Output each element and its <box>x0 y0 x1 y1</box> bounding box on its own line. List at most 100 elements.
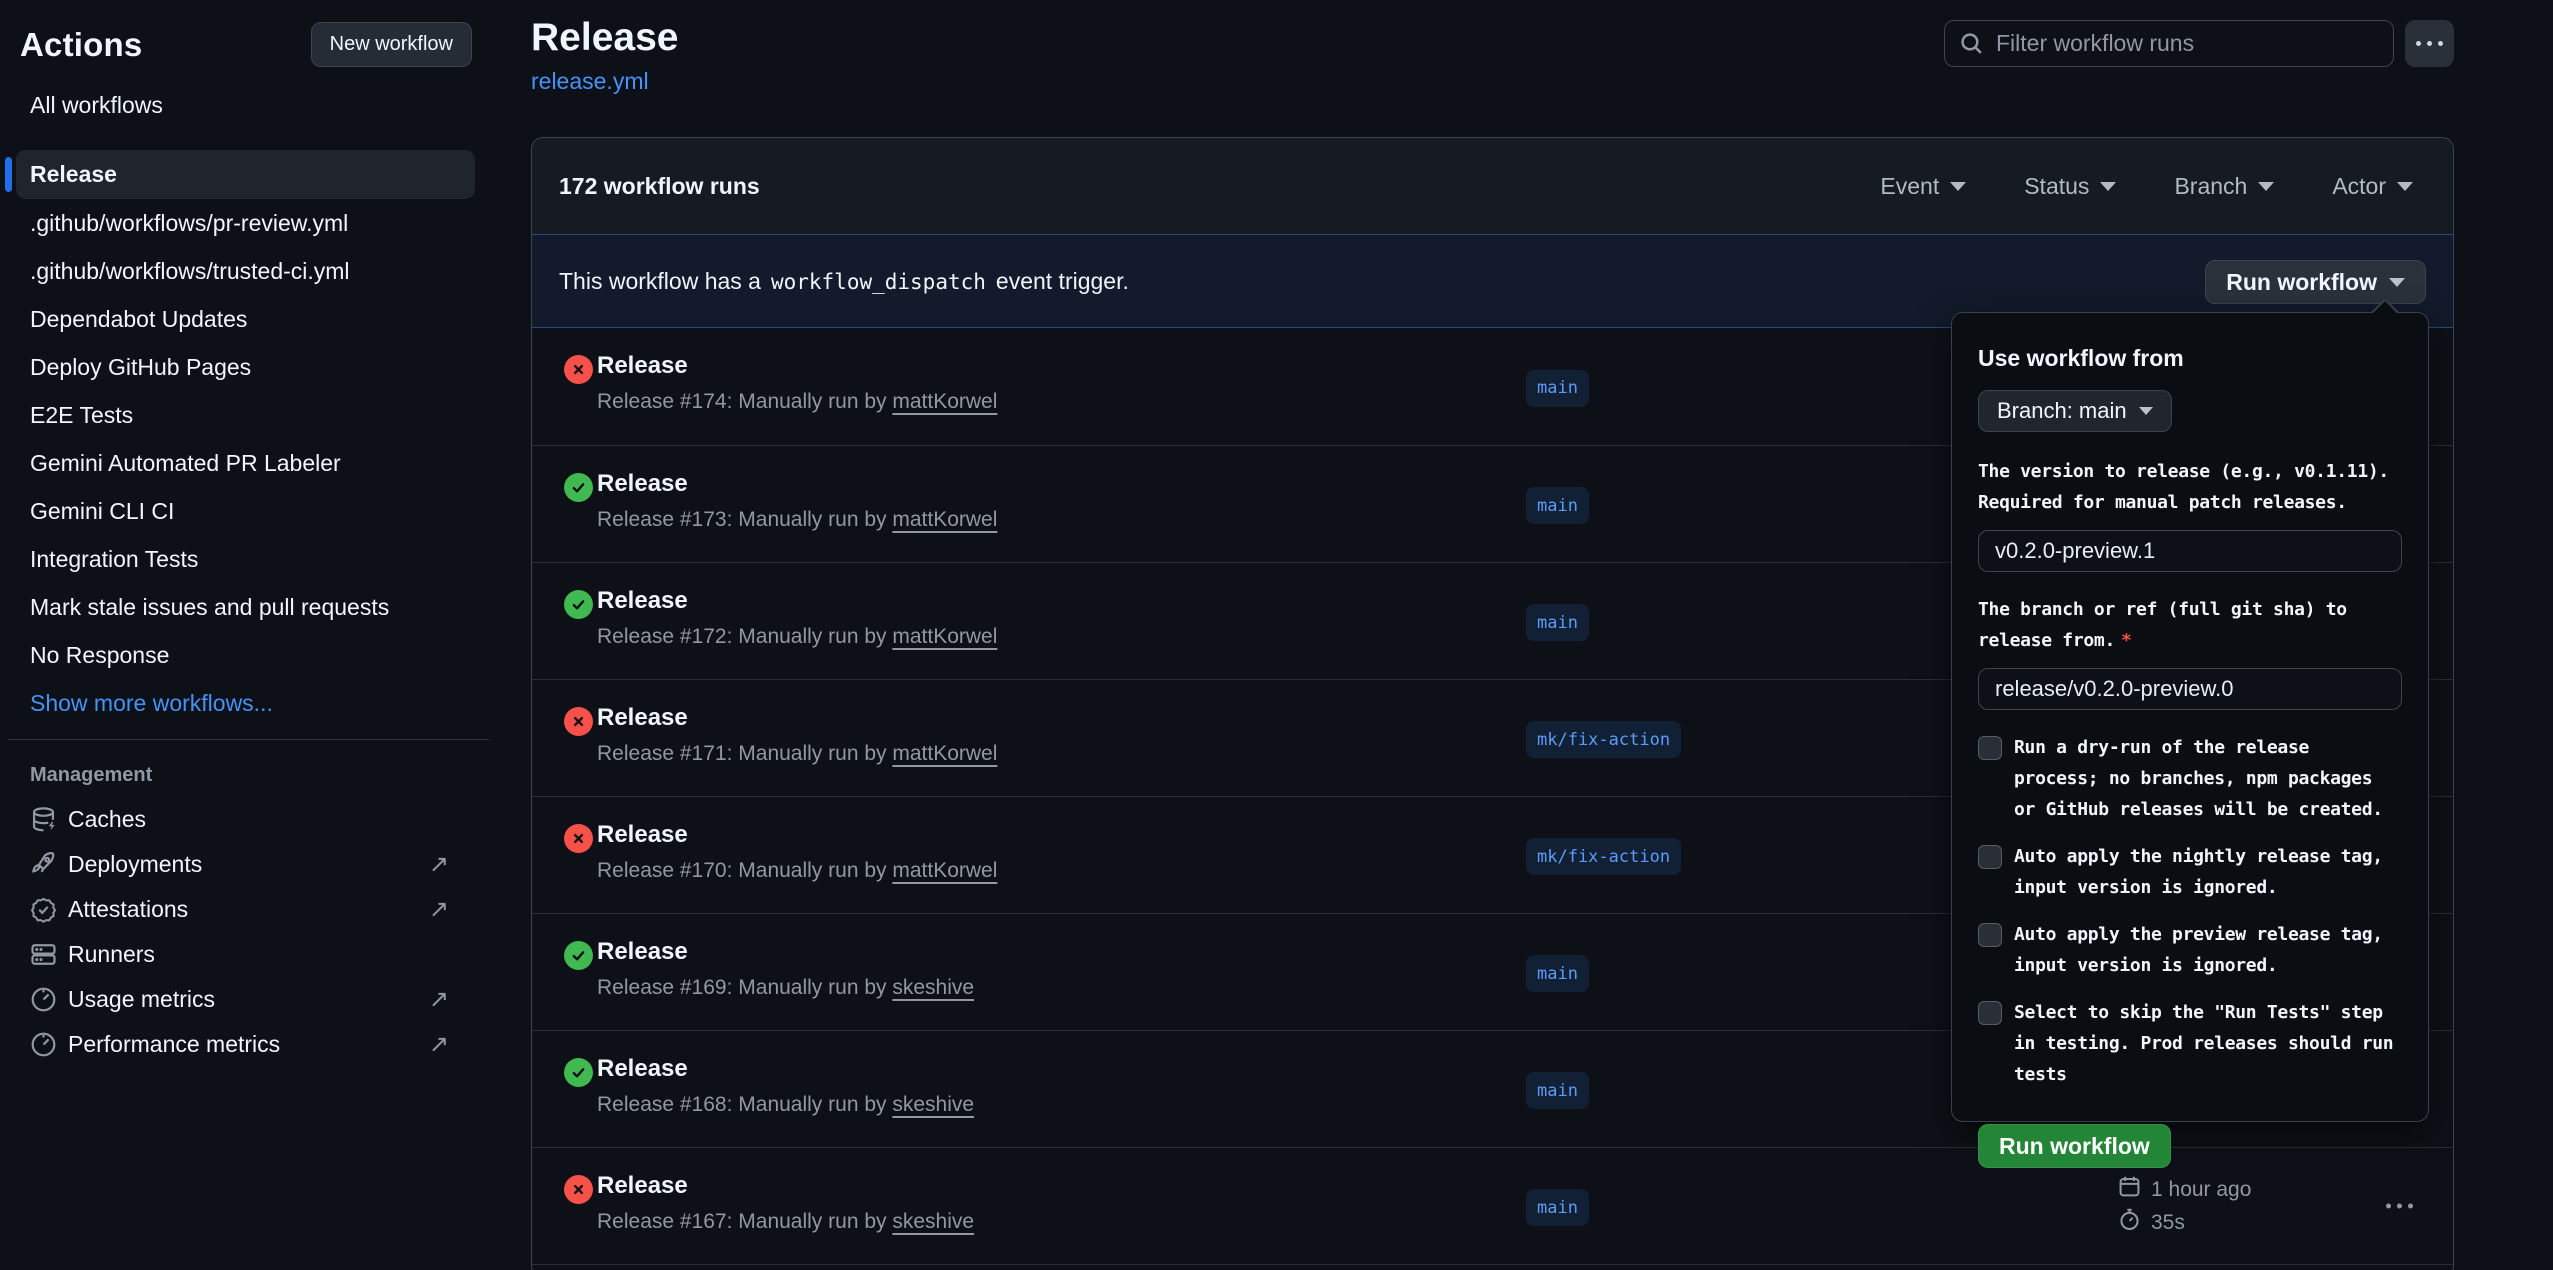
branch-badge[interactable]: main <box>1526 955 1589 992</box>
workflow-file-link[interactable]: release.yml <box>531 68 649 95</box>
run-time-ago: 1 hour ago <box>2151 1178 2251 1202</box>
popup-checkbox[interactable] <box>1978 1001 2002 1025</box>
success-status-icon <box>564 473 593 502</box>
branch-badge[interactable]: mk/fix-action <box>1526 838 1681 875</box>
new-workflow-button[interactable]: New workflow <box>311 22 472 67</box>
search-icon <box>1959 31 1984 56</box>
filter-workflow-runs-input[interactable] <box>1996 30 2379 57</box>
popup-checkbox-label: Run a dry-run of the release process; no… <box>2014 732 2399 825</box>
run-workflow-popup: Use workflow from Branch: main The versi… <box>1951 312 2429 1122</box>
run-meta: 1 hour ago 35s <box>2118 1171 2251 1241</box>
filter-status[interactable]: Status <box>2024 173 2116 200</box>
run-description: Release #174: Manually run by mattKorwel <box>597 390 997 414</box>
run-title-link[interactable]: Release <box>597 938 974 966</box>
actor-link[interactable]: mattKorwel <box>892 508 997 531</box>
run-description: Release #169: Manually run by skeshive <box>597 976 974 1000</box>
sidebar-item-workflow[interactable]: Gemini Automated PR Labeler <box>16 439 475 487</box>
actor-link[interactable]: skeshive <box>892 1210 974 1233</box>
sidebar-item-workflow[interactable]: Release <box>16 150 475 199</box>
success-status-icon <box>564 1058 593 1087</box>
actor-link[interactable]: mattKorwel <box>892 390 997 413</box>
branch-badge[interactable]: main <box>1526 1189 1589 1226</box>
server-icon <box>30 941 57 968</box>
actions-sidebar: Actions New workflow All workflows Relea… <box>0 0 497 1270</box>
required-asterisk: * <box>2121 630 2132 651</box>
run-description: Release #168: Manually run by skeshive <box>597 1093 974 1117</box>
external-link-icon: ↗ <box>429 898 449 922</box>
branch-badge[interactable]: main <box>1526 369 1589 406</box>
sidebar-item-runners[interactable]: Runners <box>0 932 497 977</box>
runs-filters: Event Status Branch Actor <box>1880 173 2413 200</box>
actor-link[interactable]: mattKorwel <box>892 625 997 648</box>
sidebar-item-workflow[interactable]: Mark stale issues and pull requests <box>16 583 475 631</box>
failure-status-icon <box>564 355 593 384</box>
run-title-link[interactable]: Release <box>597 470 997 498</box>
run-kebab-button[interactable] <box>2378 1196 2421 1217</box>
branch-badge[interactable]: mk/fix-action <box>1526 721 1681 758</box>
filter-branch[interactable]: Branch <box>2174 173 2274 200</box>
chevron-down-icon <box>2100 182 2116 191</box>
success-status-icon <box>564 590 593 619</box>
chevron-down-icon <box>2397 182 2413 191</box>
run-description: Release #171: Manually run by mattKorwel <box>597 742 997 766</box>
run-title-link[interactable]: Release <box>597 587 997 615</box>
run-title-link[interactable]: Release <box>597 821 997 849</box>
actor-link[interactable]: skeshive <box>892 976 974 999</box>
sidebar-item-workflow[interactable]: No Response <box>16 631 475 679</box>
show-more-workflows-link[interactable]: Show more workflows... <box>16 679 497 727</box>
next-row-edge <box>532 1264 2453 1270</box>
run-description: Release #170: Manually run by mattKorwel <box>597 859 997 883</box>
actor-link[interactable]: skeshive <box>892 1093 974 1116</box>
run-title-link[interactable]: Release <box>597 704 997 732</box>
runs-count: 172 workflow runs <box>559 173 760 200</box>
page-kebab-menu-button[interactable] <box>2405 20 2454 67</box>
sidebar-item-workflow[interactable]: E2E Tests <box>16 391 475 439</box>
external-link-icon: ↗ <box>429 1033 449 1057</box>
popup-checkbox[interactable] <box>1978 923 2002 947</box>
run-title-link[interactable]: Release <box>597 352 997 380</box>
branch-badge[interactable]: main <box>1526 604 1589 641</box>
branch-badge[interactable]: main <box>1526 487 1589 524</box>
branch-badge[interactable]: main <box>1526 1072 1589 1109</box>
sidebar-divider <box>8 739 489 740</box>
filter-actor[interactable]: Actor <box>2332 173 2413 200</box>
sidebar-item-workflow[interactable]: .github/workflows/trusted-ci.yml <box>16 247 475 295</box>
sidebar-item-caches[interactable]: Caches <box>0 797 497 842</box>
banner-text: This workflow has aworkflow_dispatcheven… <box>559 268 1129 295</box>
popup-checkbox[interactable] <box>1978 736 2002 760</box>
actor-link[interactable]: mattKorwel <box>892 859 997 882</box>
run-title-link[interactable]: Release <box>597 1055 974 1083</box>
branch-selector-button[interactable]: Branch: main <box>1978 390 2172 432</box>
sidebar-item-all-workflows[interactable]: All workflows <box>30 92 163 119</box>
sidebar-item-usage-metrics[interactable]: Usage metrics ↗ <box>0 977 497 1022</box>
popup-checkbox-label: Select to skip the "Run Tests" step in t… <box>2014 997 2399 1090</box>
sidebar-item-workflow[interactable]: Integration Tests <box>16 535 475 583</box>
failure-status-icon <box>564 824 593 853</box>
actor-link[interactable]: mattKorwel <box>892 742 997 765</box>
management-heading: Management <box>30 764 497 787</box>
workflow-list: Release .github/workflows/pr-review.yml … <box>0 150 497 1067</box>
filter-event[interactable]: Event <box>1880 173 1966 200</box>
success-status-icon <box>564 941 593 970</box>
sidebar-item-attestations[interactable]: Attestations ↗ <box>0 887 497 932</box>
sidebar-item-deployments[interactable]: Deployments ↗ <box>0 842 497 887</box>
run-workflow-submit-button[interactable]: Run workflow <box>1978 1124 2171 1168</box>
sidebar-item-workflow[interactable]: Gemini CLI CI <box>16 487 475 535</box>
popup-text-input[interactable] <box>1978 668 2402 710</box>
meter-icon <box>30 986 57 1013</box>
runs-panel-header: 172 workflow runs Event Status Branch Ac… <box>532 138 2453 234</box>
chevron-down-icon <box>2139 407 2153 415</box>
page-title: Actions <box>20 26 142 64</box>
popup-text-input[interactable] <box>1978 530 2402 572</box>
run-workflow-dropdown-button[interactable]: Run workflow <box>2205 260 2426 304</box>
sidebar-item-workflow[interactable]: .github/workflows/pr-review.yml <box>16 199 475 247</box>
run-description: Release #173: Manually run by mattKorwel <box>597 508 997 532</box>
external-link-icon: ↗ <box>429 853 449 877</box>
sidebar-item-workflow[interactable]: Deploy GitHub Pages <box>16 343 475 391</box>
verified-icon <box>30 896 57 923</box>
banner-code: workflow_dispatch <box>771 270 986 294</box>
popup-checkbox[interactable] <box>1978 845 2002 869</box>
run-title-link[interactable]: Release <box>597 1172 974 1200</box>
sidebar-item-workflow[interactable]: Dependabot Updates <box>16 295 475 343</box>
sidebar-item-performance-metrics[interactable]: Performance metrics ↗ <box>0 1022 497 1067</box>
